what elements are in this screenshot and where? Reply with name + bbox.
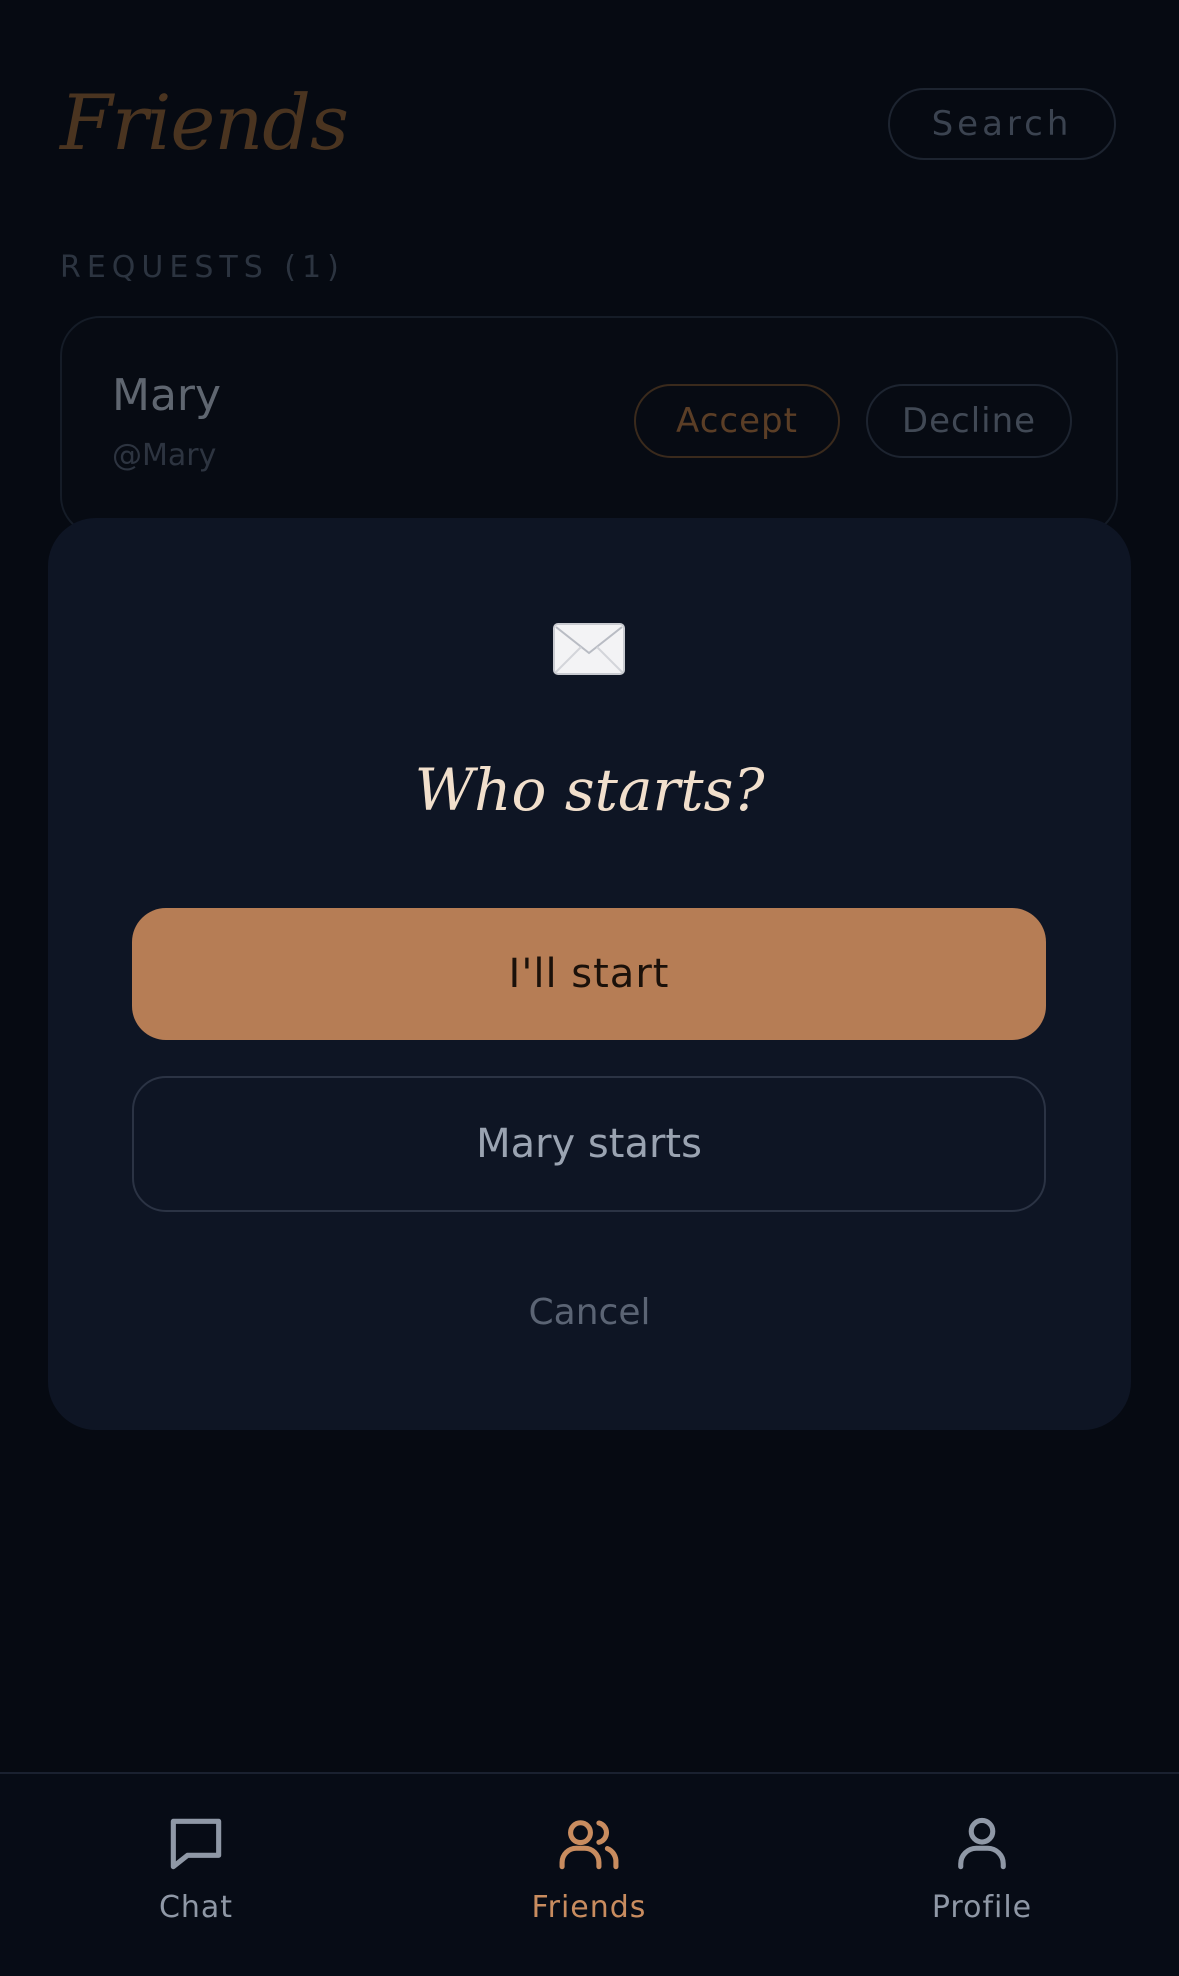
request-name: Mary <box>112 370 222 421</box>
nav-label-profile: Profile <box>931 1890 1033 1925</box>
page-title: Friends <box>60 78 349 167</box>
friend-request-card: Mary @Mary Accept Decline <box>60 316 1118 536</box>
search-button[interactable]: Search <box>888 88 1116 160</box>
nav-item-chat[interactable]: Chat <box>86 1810 306 1940</box>
who-starts-dialog: Who starts? I'll start Mary starts Cance… <box>48 518 1131 1430</box>
nav-label-chat: Chat <box>158 1890 234 1925</box>
request-handle: @Mary <box>112 438 217 473</box>
bottom-navigation: Chat Friends Profile <box>0 1772 1179 1976</box>
cancel-button[interactable]: Cancel <box>48 1292 1131 1333</box>
friends-screen: Friends Search REQUESTS (1) Mary @Mary A… <box>0 0 1179 1976</box>
decline-button[interactable]: Decline <box>866 384 1072 458</box>
accept-button[interactable]: Accept <box>634 384 840 458</box>
chat-icon <box>170 1818 222 1870</box>
requests-section-label: REQUESTS (1) <box>60 250 345 285</box>
friends-icon <box>559 1820 619 1870</box>
nav-item-profile[interactable]: Profile <box>872 1810 1092 1940</box>
envelope-icon <box>553 623 625 675</box>
nav-label-friends: Friends <box>531 1890 647 1925</box>
i-will-start-button[interactable]: I'll start <box>132 908 1046 1040</box>
dialog-title: Who starts? <box>414 756 765 824</box>
profile-icon <box>958 1817 1006 1870</box>
friend-starts-button[interactable]: Mary starts <box>132 1076 1046 1212</box>
nav-item-friends[interactable]: Friends <box>479 1810 699 1940</box>
